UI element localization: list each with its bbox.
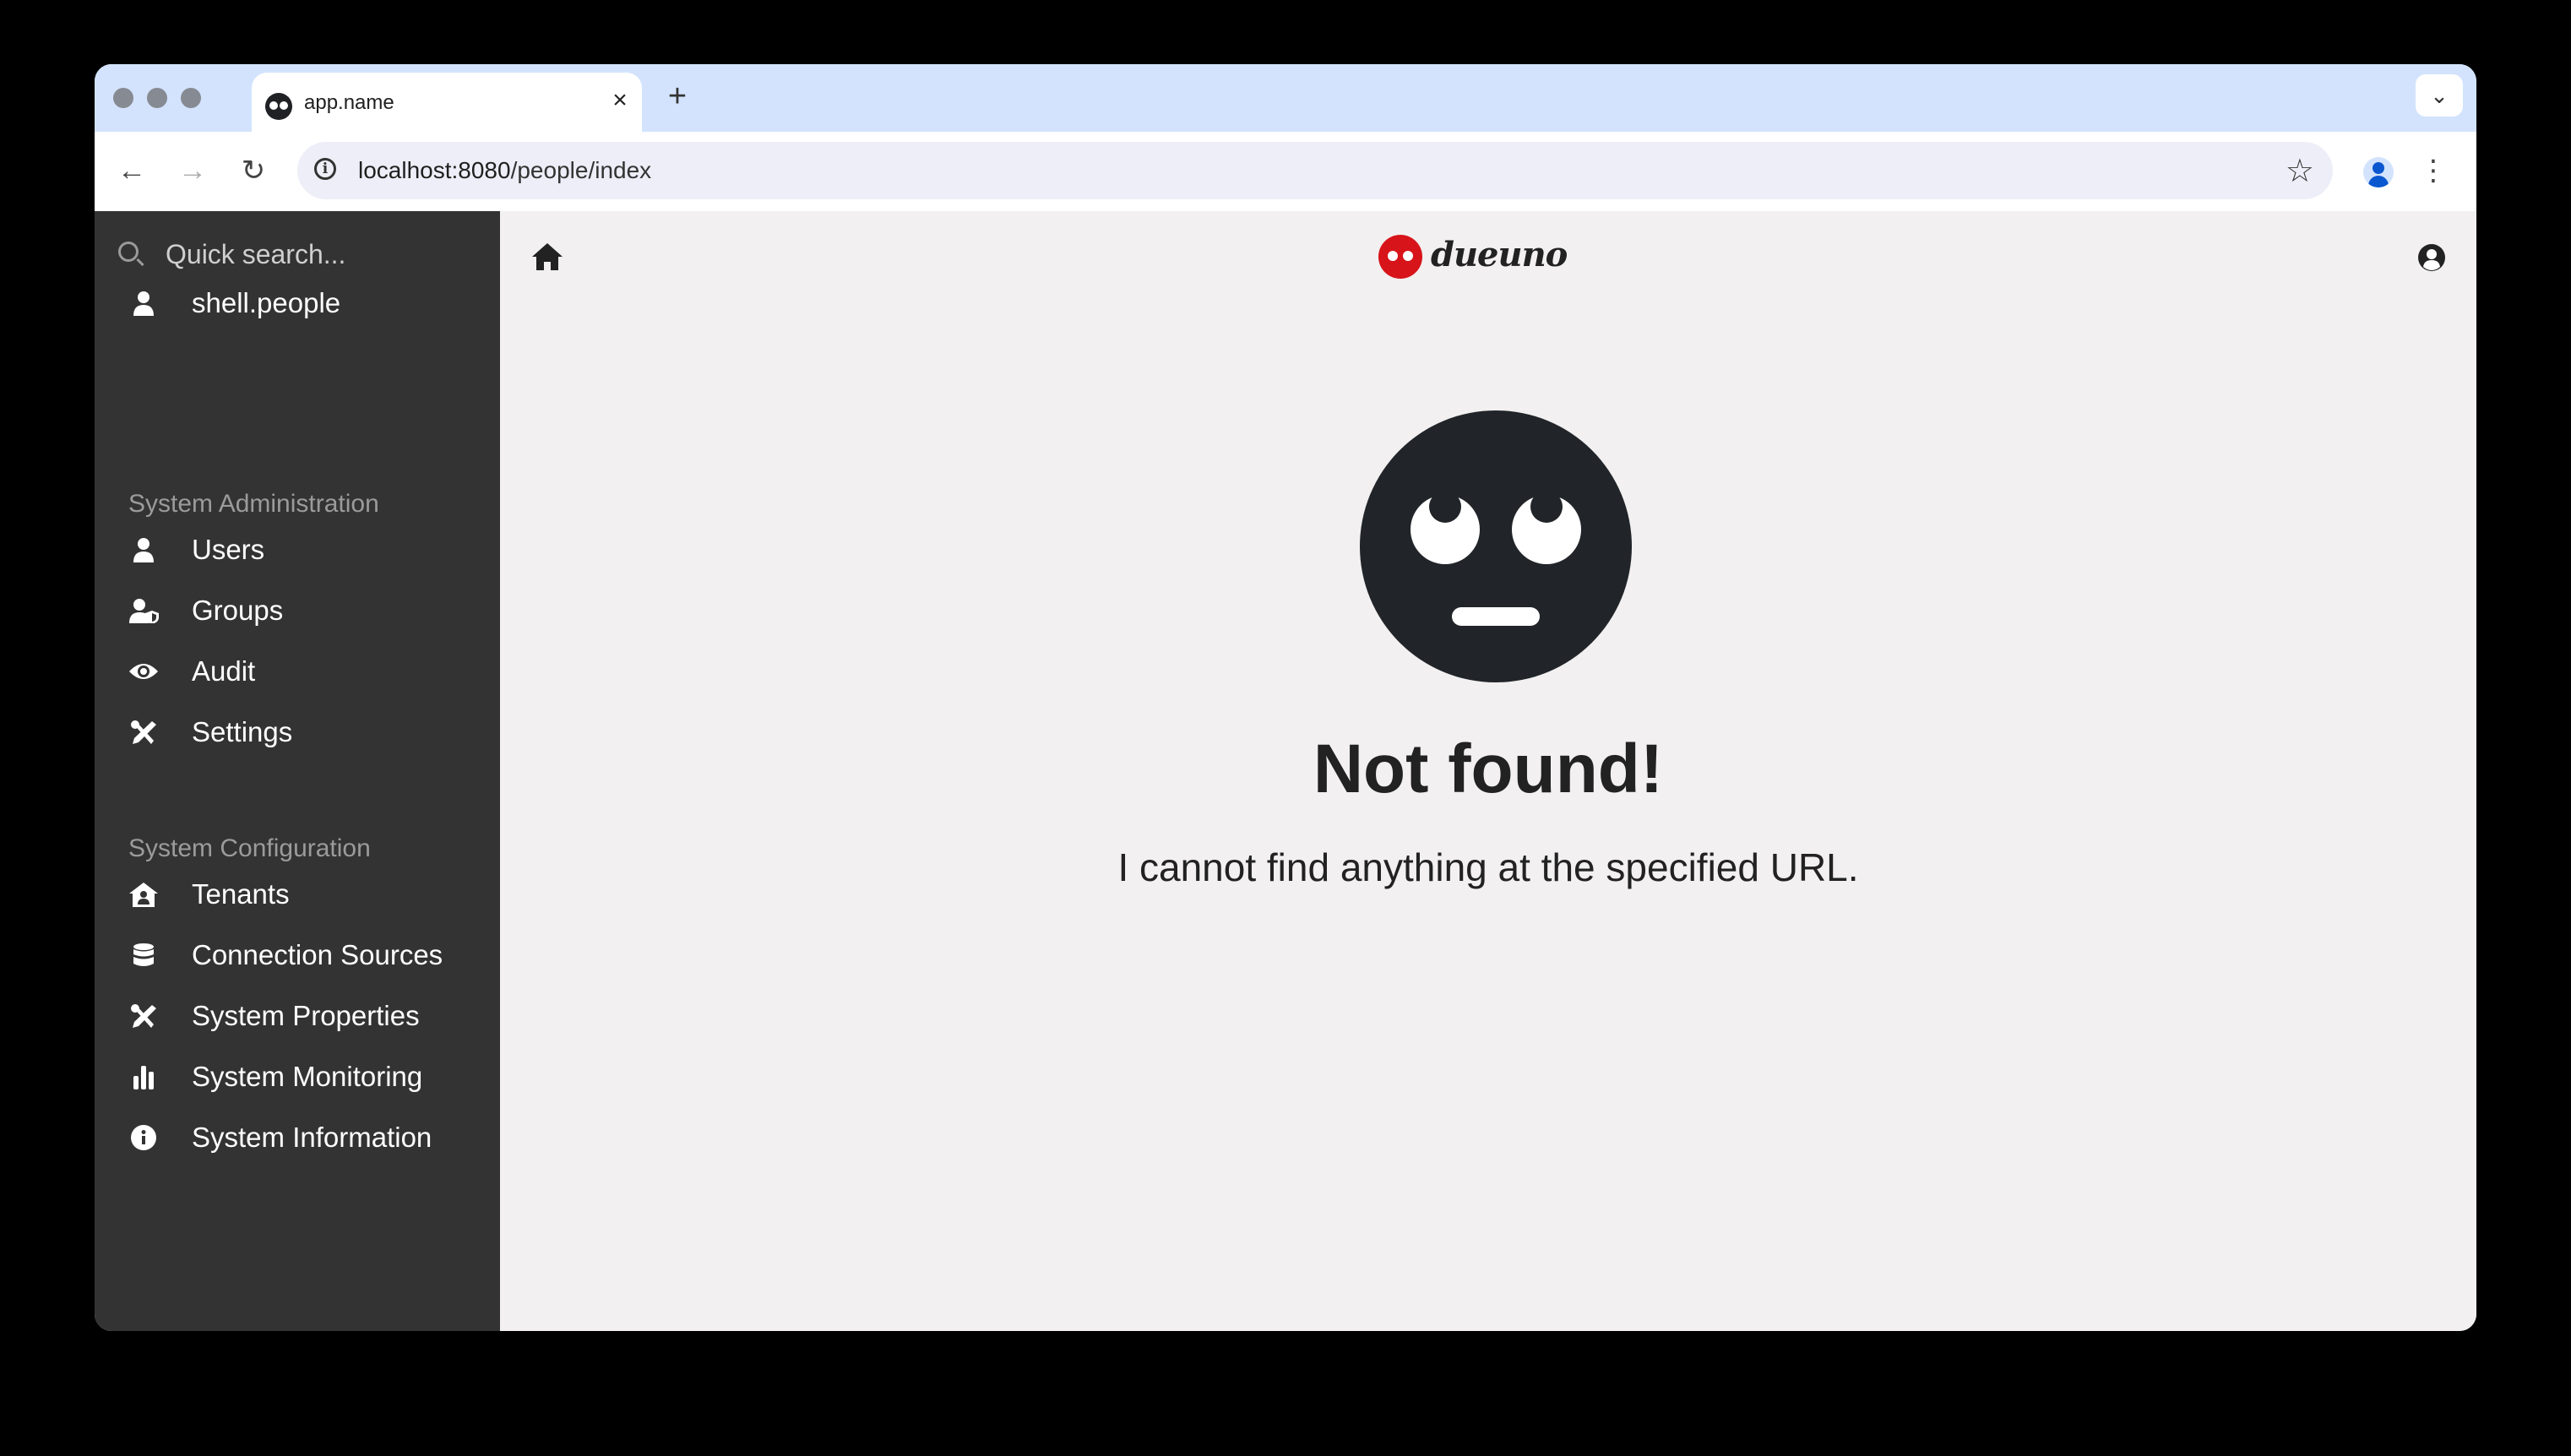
tools-icon [131, 720, 156, 744]
sidebar-item-label: Settings [192, 716, 293, 747]
sidebar-item-label: shell.people [192, 287, 341, 318]
sidebar-item-settings[interactable]: Settings [128, 708, 483, 755]
sidebar-item-label: System Monitoring [192, 1061, 423, 1092]
user-shield-icon [129, 599, 159, 623]
url-host: localhost:8080 [358, 157, 511, 183]
tab-title: app.name [304, 91, 394, 114]
sidebar-item-system-information[interactable]: System Information [128, 1113, 483, 1160]
tools-icon [131, 1004, 156, 1028]
sidebar-item-tenants[interactable]: Tenants [128, 870, 483, 917]
bookmark-star-icon[interactable]: ☆ [2286, 152, 2314, 190]
more-menu-icon[interactable]: ⋮ [2419, 154, 2448, 191]
main-content: dueuno Not found! I cannot find anything… [500, 211, 2476, 1331]
sidebar-item-system-monitoring[interactable]: System Monitoring [128, 1052, 483, 1100]
new-tab-icon[interactable]: + [660, 79, 694, 113]
bar-chart-icon [133, 1066, 154, 1089]
sidebar-item-label: Audit [192, 655, 256, 687]
page-title: Not found! [1313, 731, 1664, 807]
user-icon [133, 538, 154, 562]
sidebar-item-connection-sources[interactable]: Connection Sources [128, 931, 483, 978]
user-icon [133, 291, 154, 316]
house-user-icon [129, 883, 158, 907]
home-icon[interactable] [530, 240, 564, 274]
section-label-system-configuration: System Configuration [128, 834, 371, 862]
error-message: I cannot find anything at the specified … [1117, 845, 1859, 889]
favicon-icon [265, 93, 292, 120]
tab-search-chevron-icon[interactable]: ⌄ [2416, 74, 2463, 117]
sidebar-item-label: Tenants [192, 878, 290, 910]
reload-icon[interactable]: ↻ [236, 154, 270, 187]
info-circle-icon [131, 1125, 156, 1150]
dueuno-logo-icon [1378, 235, 1422, 279]
sidebar-item-label: Groups [192, 595, 284, 626]
window-zoom-dot[interactable] [181, 88, 201, 108]
back-arrow-icon[interactable]: ← [115, 154, 149, 187]
site-info-icon[interactable]: i [314, 158, 336, 180]
sidebar-item-label: System Properties [192, 1000, 420, 1031]
tab-strip: app.name × + ⌄ [95, 64, 2476, 132]
search-icon [118, 242, 139, 262]
face-rolling-eyes-icon [1360, 410, 1632, 682]
user-circle-icon[interactable] [2417, 243, 2446, 272]
sidebar-item-label: Connection Sources [192, 939, 443, 970]
sidebar-item-shell-people[interactable]: shell.people [128, 279, 483, 326]
sidebar-item-label: System Information [192, 1122, 432, 1153]
window-minimize-dot[interactable] [147, 88, 167, 108]
quick-search-input[interactable] [164, 235, 488, 274]
url-text[interactable]: localhost:8080/people/index [358, 157, 651, 184]
browser-window: app.name × + ⌄ ← → ↻ i localhost:8080/pe… [95, 64, 2476, 1331]
profile-avatar-icon[interactable] [2363, 157, 2394, 187]
window-close-dot[interactable] [113, 88, 133, 108]
sidebar-item-system-properties[interactable]: System Properties [128, 991, 483, 1039]
database-icon [133, 943, 154, 966]
forward-arrow-icon[interactable]: → [176, 154, 209, 187]
address-bar[interactable]: i localhost:8080/people/index ☆ [297, 142, 2333, 199]
sidebar-item-users[interactable]: Users [128, 525, 483, 573]
sidebar-item-groups[interactable]: Groups [128, 586, 483, 633]
sidebar-item-label: Users [192, 534, 265, 565]
eye-icon [129, 664, 158, 679]
browser-toolbar: ← → ↻ i localhost:8080/people/index ☆ ⋮ [95, 132, 2476, 213]
url-path: /people/index [510, 157, 652, 183]
sidebar-item-audit[interactable]: Audit [128, 647, 483, 694]
tab-close-icon[interactable]: × [606, 88, 633, 115]
brand-name: dueuno [1431, 235, 1568, 274]
section-label-system-administration: System Administration [128, 490, 379, 518]
browser-tab-active[interactable]: app.name × [252, 73, 642, 132]
sidebar: shell.people System Administration Users… [95, 211, 500, 1331]
